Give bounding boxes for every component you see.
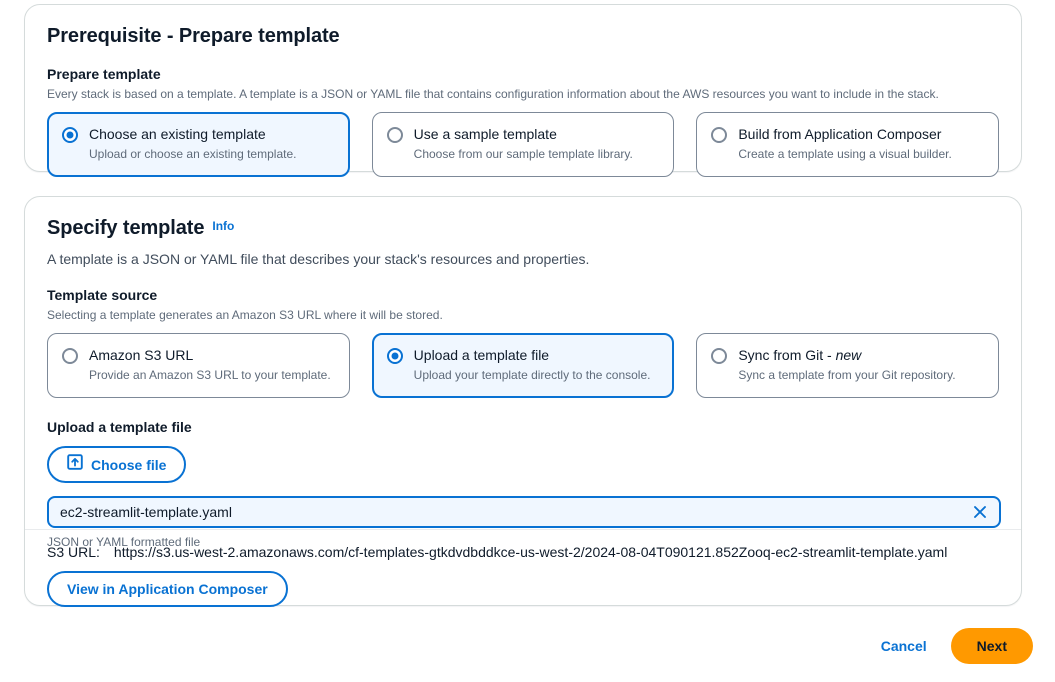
choose-file-button[interactable]: Choose file [47, 446, 187, 483]
option-title: Upload a template file [413, 347, 550, 363]
option-text: Amazon S3 URL Provide an Amazon S3 URL t… [89, 346, 331, 384]
option-build-from-application-composer[interactable]: Build from Application Composer Create a… [696, 112, 1000, 177]
view-in-application-composer-label: View in Application Composer [67, 581, 268, 597]
specify-template-description: A template is a JSON or YAML file that d… [47, 251, 590, 267]
option-text: Choose an existing template Upload or ch… [89, 125, 296, 163]
template-source-options: Amazon S3 URL Provide an Amazon S3 URL t… [47, 333, 1000, 398]
option-title-prefix: Sync from Git - [738, 347, 836, 363]
prepare-template-label: Prepare template [47, 66, 161, 82]
choose-file-button-label: Choose file [91, 456, 167, 473]
option-text: Use a sample template Choose from our sa… [414, 125, 633, 163]
option-upload-a-template-file[interactable]: Upload a template file Upload your templ… [371, 333, 675, 398]
template-source-label: Template source [47, 287, 158, 303]
prerequisite-panel: Prerequisite - Prepare template Prepare … [24, 4, 1022, 177]
close-icon [974, 506, 986, 518]
option-new-tag: new [835, 347, 862, 363]
option-subtitle: Create a template using a visual builder… [738, 147, 952, 161]
wizard-footer-actions: Cancel Next [877, 628, 1033, 664]
option-text: Upload a template file Upload your templ… [414, 346, 651, 384]
specify-template-panel: Specify template Info A template is a JSO… [24, 196, 1022, 607]
radio-upload-a-template-file[interactable] [386, 348, 403, 364]
radio-amazon-s3-url[interactable] [62, 348, 78, 364]
prerequisite-section-title: Prerequisite - Prepare template [47, 25, 340, 47]
next-button[interactable]: Next [950, 628, 1033, 664]
cloudformation-create-stack-page: Prerequisite - Prepare template Prepare … [0, 0, 1055, 682]
prepare-template-options: Choose an existing template Upload or ch… [47, 112, 1000, 177]
selected-file-field [47, 496, 1001, 528]
upload-icon [67, 454, 83, 475]
prepare-template-description: Every stack is based on a template. A te… [47, 87, 939, 101]
info-link[interactable]: Info [212, 219, 234, 233]
clear-file-button[interactable] [971, 503, 989, 521]
option-subtitle: Upload your template directly to the con… [413, 368, 651, 382]
radio-choose-an-existing-template[interactable] [62, 127, 78, 143]
panel-divider [25, 529, 1021, 530]
s3-url-label: S3 URL: [47, 544, 100, 560]
option-use-a-sample-template[interactable]: Use a sample template Choose from our sa… [371, 112, 675, 177]
cancel-button[interactable]: Cancel [877, 632, 931, 660]
option-text: Sync from Git - new Sync a template from… [738, 346, 955, 384]
option-subtitle: Provide an Amazon S3 URL to your templat… [89, 368, 331, 382]
radio-sync-from-git[interactable] [711, 348, 728, 364]
option-subtitle: Choose from our sample template library. [413, 147, 633, 161]
option-choose-an-existing-template[interactable]: Choose an existing template Upload or ch… [47, 112, 350, 177]
selected-file-input[interactable] [47, 496, 1001, 528]
option-sync-from-git[interactable]: Sync from Git - new Sync a template from… [696, 333, 1000, 398]
prerequisite-panel-body: Prerequisite - Prepare template Prepare … [25, 5, 1021, 177]
view-in-application-composer-button[interactable]: View in Application Composer [47, 571, 288, 607]
option-title: Use a sample template [413, 126, 557, 142]
option-amazon-s3-url[interactable]: Amazon S3 URL Provide an Amazon S3 URL t… [47, 333, 350, 398]
option-subtitle: Sync a template from your Git repository… [738, 368, 956, 382]
radio-use-a-sample-template[interactable] [386, 127, 403, 143]
choose-file-row: Choose file [47, 446, 999, 483]
option-subtitle: Upload or choose an existing template. [89, 147, 297, 161]
s3-url-row: S3 URL: https://s3.us-west-2.amazonaws.co… [47, 542, 999, 562]
option-title: Sync from Git - new [738, 346, 955, 365]
upload-template-file-label: Upload a template file [47, 419, 192, 435]
s3-url-value: https://s3.us-west-2.amazonaws.com/cf-te… [113, 544, 948, 560]
radio-build-from-application-composer[interactable] [711, 127, 728, 143]
s3-url-area: S3 URL: https://s3.us-west-2.amazonaws.co… [47, 542, 999, 607]
specify-template-panel-body: Specify template Info A template is a JSO… [25, 197, 1021, 550]
option-title: Amazon S3 URL [89, 347, 194, 363]
option-text: Build from Application Composer Create a… [738, 125, 951, 163]
template-source-description: Selecting a template generates an Amazon… [47, 308, 443, 322]
specify-template-title: Specify template [47, 217, 205, 239]
option-title: Build from Application Composer [738, 126, 942, 142]
option-title: Choose an existing template [89, 126, 266, 142]
composer-button-row: View in Application Composer [47, 571, 999, 607]
